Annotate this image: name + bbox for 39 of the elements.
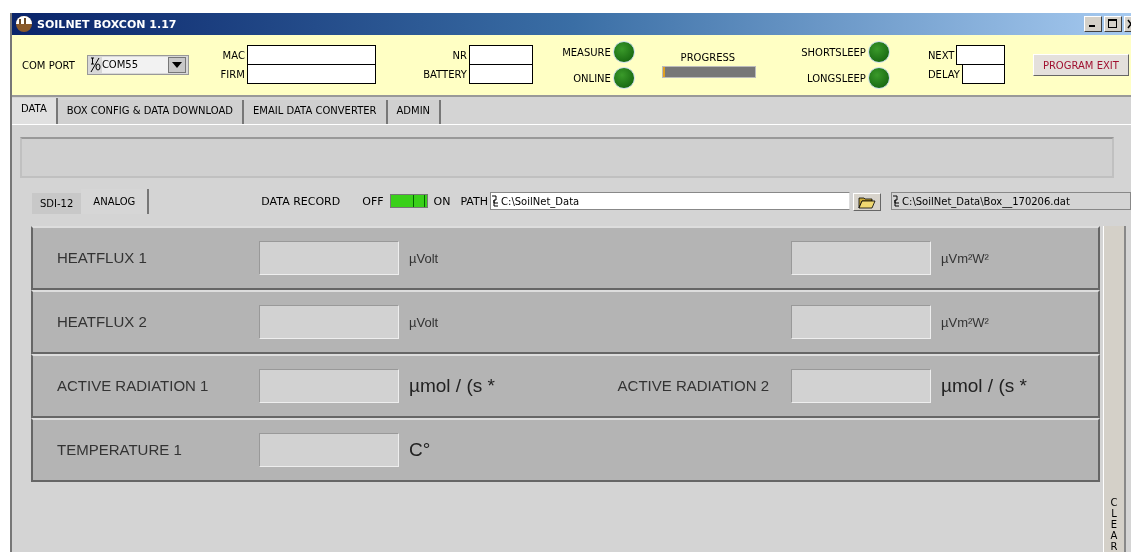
com-port-label: COM PORT [22, 59, 75, 71]
com-port-dropdown[interactable]: COM55 [86, 55, 189, 75]
sensor-label: HEATFLUX 1 [56, 249, 148, 267]
field-label: NR [452, 50, 467, 61]
field-label: DELAY [927, 69, 960, 80]
file-path-field: C:\SoilNet_Data\Box__170206.dat [891, 192, 1131, 210]
sensor-label: ACTIVE RADIATION 1 [56, 377, 210, 395]
unit-label: C° [409, 439, 431, 461]
on-label: ON [433, 194, 451, 210]
indicator-label: SHORTSLEEP [801, 46, 866, 58]
off-label: OFF [362, 194, 384, 210]
window-title: SOILNET BOXCON 1.17 [37, 17, 177, 31]
path-field[interactable]: C:\SoilNet_Data [490, 192, 851, 210]
field-label: BATTERY [423, 69, 467, 80]
indicator-label: ONLINE [573, 72, 611, 84]
unit-label: µmol / (s * [941, 375, 1027, 397]
sensor-label: TEMPERATURE 1 [56, 441, 183, 459]
unit-label: µVolt [409, 250, 439, 266]
unit-label: µVm²W² [941, 314, 989, 330]
field-label: FIRM [220, 69, 245, 80]
data-record-label: DATA RECORD [261, 194, 341, 210]
tab[interactable]: ADMIN [387, 100, 442, 124]
progress-label: PROGRESS [680, 52, 736, 63]
unit-label: µmol / (s * [409, 375, 495, 397]
clear-button[interactable]: CLEAR [1103, 226, 1126, 552]
indicator-label: MEASURE [562, 46, 611, 58]
unit-label: µVolt [409, 314, 439, 330]
path-label: PATH [460, 194, 489, 210]
unit-label: µVm²W² [941, 250, 989, 266]
sensor-label: HEATFLUX 2 [56, 313, 148, 331]
sensor-label: ACTIVE RADIATION 2 [616, 377, 770, 395]
indicator-label: LONGSLEEP [807, 72, 866, 84]
tab[interactable]: EMAIL DATA CONVERTER [244, 100, 388, 124]
tab[interactable]: SDI-12 [32, 193, 82, 214]
tab[interactable]: DATA [12, 98, 58, 124]
field-label: NEXT [927, 50, 955, 61]
program-exit-button[interactable]: PROGRAM EXIT [1032, 54, 1129, 76]
field-label: MAC [222, 50, 245, 61]
tab[interactable]: BOX CONFIG & DATA DOWNLOAD [57, 100, 244, 124]
